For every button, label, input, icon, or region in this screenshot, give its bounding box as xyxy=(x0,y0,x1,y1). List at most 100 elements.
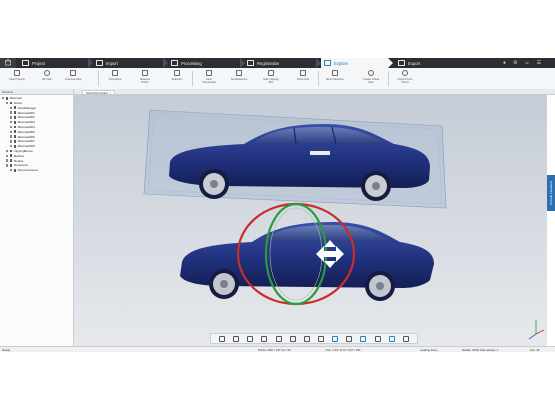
ribbon-3d-view[interactable]: 3D View xyxy=(38,70,56,81)
project-icon xyxy=(5,96,9,100)
fit-icon[interactable] xyxy=(318,335,325,342)
structure-panel-title: Structure xyxy=(2,90,14,94)
home-button[interactable] xyxy=(0,58,16,68)
checkbox-icon[interactable] xyxy=(10,140,13,143)
scan-icon xyxy=(13,130,17,134)
workflow-tab-processing[interactable]: Processing xyxy=(171,58,237,68)
checkbox-icon[interactable] xyxy=(6,101,9,105)
tree-item[interactable]: Viewpoints xyxy=(6,163,28,168)
tree-item-label: Maxima2001 xyxy=(17,110,35,115)
tree-item-label: Maxima2008 xyxy=(17,144,35,149)
folder-icon xyxy=(22,60,29,66)
tree-item-label: ClippingBoxes xyxy=(13,149,33,154)
measure-icon[interactable] xyxy=(303,335,310,342)
scan-icon xyxy=(13,144,17,148)
checkbox-icon[interactable] xyxy=(10,111,13,114)
checkbox-icon[interactable] xyxy=(10,145,13,148)
ribbon-overview-map[interactable]: Overview Map xyxy=(64,70,82,81)
car-point-cloud-lower xyxy=(180,222,434,301)
workflow-tab-project[interactable]: Project xyxy=(22,58,86,68)
ribbon-measure-points[interactable]: Measure Points xyxy=(136,70,154,84)
camera-icon xyxy=(13,168,17,172)
scene-canvas xyxy=(143,109,545,340)
mesh-selection-icon xyxy=(332,70,338,76)
checkbox-icon[interactable] xyxy=(10,121,13,124)
pan-icon[interactable] xyxy=(289,335,296,342)
tree-item-label: PersonCamera xyxy=(17,168,38,173)
status-bar: Ready Points: 2457 / 147 ms / 16 Pos: 7.… xyxy=(0,346,555,352)
workflow-chevron xyxy=(163,58,168,68)
grid-icon xyxy=(300,70,306,76)
ribbon-set-reference[interactable]: Set Reference xyxy=(230,70,248,81)
tree-item[interactable]: Maxima2002 xyxy=(10,115,35,120)
layers-icon[interactable] xyxy=(346,335,353,342)
view-icon[interactable] xyxy=(261,335,268,342)
checkbox-icon[interactable] xyxy=(6,159,9,162)
ribbon-orthoplane[interactable]: Orthoplane xyxy=(106,70,124,81)
workflow-chevron xyxy=(388,58,393,68)
tree-item[interactable]: Maxima2007 xyxy=(10,139,35,144)
status-ready: Ready xyxy=(2,348,11,352)
rotate-icon[interactable] xyxy=(332,335,339,342)
tree-item-label: Models xyxy=(13,158,24,163)
ribbon-view-projects[interactable]: View Projects xyxy=(8,70,26,81)
checkbox-icon[interactable] xyxy=(6,149,9,153)
status-points: Points: 2457 / 147 ms / 16 xyxy=(258,348,291,352)
settings-icon[interactable] xyxy=(374,335,381,342)
clip-icon[interactable] xyxy=(233,335,240,342)
tree-item-label: Viewpoints xyxy=(13,163,29,168)
settings-icon[interactable]: ⚙ xyxy=(513,60,517,66)
mesh-icon xyxy=(9,154,13,158)
workflow-tab-import[interactable]: Import xyxy=(96,58,160,68)
account-icon[interactable]: ☺ xyxy=(525,60,530,66)
cube-icon xyxy=(14,70,20,76)
orthoplane-icon xyxy=(112,70,118,76)
ribbon-separator xyxy=(388,71,389,86)
menu-icon[interactable]: ☰ xyxy=(537,60,541,66)
ribbon-mesh-selection[interactable]: Mesh Selection xyxy=(326,70,344,81)
checkbox-icon[interactable] xyxy=(6,164,9,167)
ribbon-show-grid[interactable]: Show Grid xyxy=(294,70,312,81)
checkbox-icon[interactable] xyxy=(10,135,13,138)
more-icon[interactable] xyxy=(402,335,409,342)
reference-icon xyxy=(236,70,242,76)
select-icon[interactable] xyxy=(219,335,226,342)
tree-item[interactable]: PersonCamera xyxy=(10,168,38,173)
workflow-tab-explore[interactable]: Explore xyxy=(321,58,388,68)
help-icon[interactable]: ● xyxy=(503,60,506,66)
workflow-chevron xyxy=(240,58,245,68)
checkbox-icon[interactable] xyxy=(10,130,13,134)
clipping-box-icon xyxy=(9,149,13,153)
ortho-icon[interactable] xyxy=(275,335,282,342)
workflow-tab-registration[interactable]: Registration xyxy=(247,58,313,68)
ribbon-project-point-cloud[interactable]: Project Point Cloud xyxy=(396,70,414,84)
status-loading: Loading Done xyxy=(420,348,438,352)
ribbon-selection[interactable]: Selection xyxy=(168,70,186,81)
checkbox-icon[interactable] xyxy=(10,125,13,129)
scan-icon xyxy=(13,135,17,139)
workflow-tab-export[interactable]: Export xyxy=(398,58,458,68)
ribbon-create-virtual-scan[interactable]: Create Virtual Scan xyxy=(362,70,380,84)
tree-item-label: Maxima2005 xyxy=(17,129,35,134)
checkbox-icon[interactable] xyxy=(2,97,5,100)
provide-feedback-tab[interactable]: Provide Feedback xyxy=(547,175,555,211)
zoom-icon[interactable] xyxy=(247,335,254,342)
tree-item-label: Scans xyxy=(13,101,22,106)
render-icon[interactable] xyxy=(360,335,367,342)
checkbox-icon[interactable] xyxy=(10,106,13,110)
color-icon[interactable] xyxy=(388,335,395,342)
checkbox-icon[interactable] xyxy=(10,116,13,119)
ribbon-hide-clipping-box[interactable]: Hide Clipping Box xyxy=(262,70,280,84)
checkbox-icon[interactable] xyxy=(6,154,9,158)
ribbon-save-screenshot[interactable]: Save Screenshot xyxy=(200,70,218,84)
status-coords: Pos: 7.33 / 8.70 / 6.97 / 150 xyxy=(326,348,361,352)
scan-icon xyxy=(13,125,17,129)
checkbox-icon[interactable] xyxy=(10,169,13,172)
folder-icon xyxy=(9,101,13,105)
ribbon-separator xyxy=(318,71,319,86)
virtual-scan-icon xyxy=(368,70,374,76)
clipping-box-icon xyxy=(268,70,274,76)
3d-viewport[interactable] xyxy=(74,94,547,346)
status-fps: Fps: 48 xyxy=(530,348,540,352)
scan-icon xyxy=(13,116,17,119)
